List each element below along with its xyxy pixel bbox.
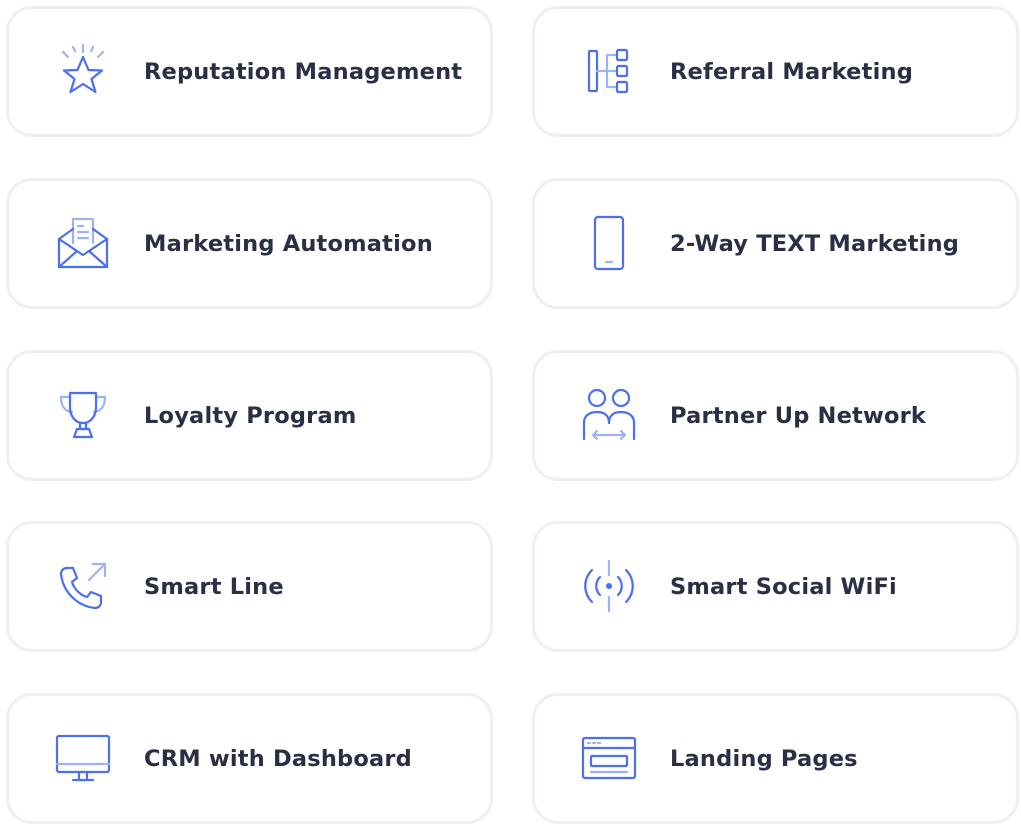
card-label: Partner Up Network (670, 402, 927, 429)
card-label: Marketing Automation (144, 230, 433, 257)
browser-window-icon (579, 728, 639, 788)
card-landing-pages[interactable]: Landing Pages (532, 693, 1019, 824)
smartphone-icon (579, 213, 639, 273)
wifi-broadcast-icon (579, 556, 639, 616)
card-partner-up-network[interactable]: Partner Up Network (532, 350, 1019, 481)
features-grid: Reputation Management Referral Marketing… (0, 0, 1021, 825)
card-label: Loyalty Program (144, 402, 357, 429)
trophy-icon (53, 385, 113, 445)
card-label: CRM with Dashboard (144, 745, 412, 772)
partners-icon (579, 385, 639, 445)
card-referral-marketing[interactable]: Referral Marketing (532, 6, 1019, 137)
monitor-icon (53, 728, 113, 788)
card-label: 2-Way TEXT Marketing (670, 230, 960, 257)
card-label: Landing Pages (670, 745, 858, 772)
envelope-letter-icon (53, 213, 113, 273)
card-reputation-management[interactable]: Reputation Management (6, 6, 493, 137)
star-icon (53, 41, 113, 101)
card-label: Smart Line (144, 573, 284, 600)
card-label: Smart Social WiFi (670, 573, 897, 600)
card-2-way-text-marketing[interactable]: 2-Way TEXT Marketing (532, 178, 1019, 309)
card-label: Reputation Management (144, 58, 463, 85)
phone-outgoing-icon (53, 556, 113, 616)
card-smart-social-wifi[interactable]: Smart Social WiFi (532, 521, 1019, 652)
card-label: Referral Marketing (670, 58, 914, 85)
card-loyalty-program[interactable]: Loyalty Program (6, 350, 493, 481)
card-crm-with-dashboard[interactable]: CRM with Dashboard (6, 693, 493, 824)
referral-tree-icon (579, 41, 639, 101)
card-smart-line[interactable]: Smart Line (6, 521, 493, 652)
card-marketing-automation[interactable]: Marketing Automation (6, 178, 493, 309)
